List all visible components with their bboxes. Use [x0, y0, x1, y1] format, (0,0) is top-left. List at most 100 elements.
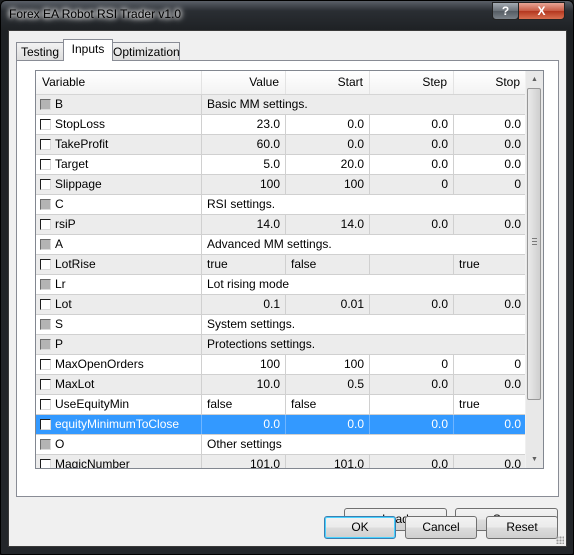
value-cell[interactable]: 101.0: [202, 455, 286, 468]
group-row[interactable]: S System settings.: [36, 315, 526, 335]
stop-cell[interactable]: true: [454, 395, 526, 414]
step-cell[interactable]: 0.0: [370, 115, 454, 134]
optimize-checkbox[interactable]: [40, 279, 51, 290]
variable-cell[interactable]: Lr: [36, 275, 202, 294]
vertical-scrollbar[interactable]: ▲ ▼: [525, 71, 543, 468]
value-cell[interactable]: 23.0: [202, 115, 286, 134]
stop-cell[interactable]: 0.0: [454, 155, 526, 174]
stop-cell[interactable]: 0.0: [454, 115, 526, 134]
optimize-checkbox[interactable]: [40, 99, 51, 110]
start-cell[interactable]: 0.01: [286, 295, 370, 314]
start-cell[interactable]: 20.0: [286, 155, 370, 174]
variable-cell[interactable]: MagicNumber: [36, 455, 202, 468]
optimize-checkbox[interactable]: [40, 299, 51, 310]
variable-cell[interactable]: S: [36, 315, 202, 334]
start-cell[interactable]: 0.0: [286, 135, 370, 154]
parameter-row[interactable]: rsiP 14.0 14.0 0.0 0.0: [36, 215, 526, 235]
group-row[interactable]: C RSI settings.: [36, 195, 526, 215]
stop-cell[interactable]: 0.0: [454, 415, 526, 434]
variable-cell[interactable]: rsiP: [36, 215, 202, 234]
column-header-value[interactable]: Value: [202, 71, 286, 94]
variable-cell[interactable]: MaxLot: [36, 375, 202, 394]
value-cell[interactable]: 60.0: [202, 135, 286, 154]
step-cell[interactable]: 0.0: [370, 295, 454, 314]
variable-cell[interactable]: P: [36, 335, 202, 354]
close-button[interactable]: X: [518, 2, 565, 20]
optimize-checkbox[interactable]: [40, 179, 51, 190]
step-cell[interactable]: 0.0: [370, 135, 454, 154]
step-cell[interactable]: 0: [370, 355, 454, 374]
column-header-variable[interactable]: Variable: [36, 71, 202, 94]
start-cell[interactable]: 14.0: [286, 215, 370, 234]
start-cell[interactable]: 0.0: [286, 115, 370, 134]
stop-cell[interactable]: 0.0: [454, 295, 526, 314]
variable-cell[interactable]: Target: [36, 155, 202, 174]
value-cell[interactable]: 5.0: [202, 155, 286, 174]
variable-cell[interactable]: C: [36, 195, 202, 214]
optimize-checkbox[interactable]: [40, 239, 51, 250]
variable-cell[interactable]: Lot: [36, 295, 202, 314]
stop-cell[interactable]: true: [454, 255, 526, 274]
ok-button[interactable]: OK: [324, 516, 396, 539]
parameter-row[interactable]: Slippage 100 100 0 0: [36, 175, 526, 195]
parameter-row[interactable]: MaxOpenOrders 100 100 0 0: [36, 355, 526, 375]
scroll-up-arrow-icon[interactable]: ▲: [526, 71, 543, 88]
scrollbar-thumb[interactable]: [527, 88, 541, 400]
parameter-row[interactable]: StopLoss 23.0 0.0 0.0 0.0: [36, 115, 526, 135]
step-cell[interactable]: 0.0: [370, 155, 454, 174]
scroll-down-arrow-icon[interactable]: ▼: [526, 451, 543, 468]
step-cell[interactable]: [370, 255, 454, 274]
optimize-checkbox[interactable]: [40, 119, 51, 130]
step-cell[interactable]: 0.0: [370, 375, 454, 394]
variable-cell[interactable]: O: [36, 435, 202, 454]
value-cell[interactable]: false: [202, 395, 286, 414]
variable-cell[interactable]: equityMinimumToClose: [36, 415, 202, 434]
value-cell[interactable]: 100: [202, 175, 286, 194]
variable-cell[interactable]: UseEquityMin: [36, 395, 202, 414]
optimize-checkbox[interactable]: [40, 139, 51, 150]
help-button[interactable]: ?: [492, 2, 519, 20]
group-row[interactable]: O Other settings: [36, 435, 526, 455]
tab-optimization[interactable]: Optimization: [112, 42, 180, 61]
value-cell[interactable]: 0.1: [202, 295, 286, 314]
group-row[interactable]: Lr Lot rising mode: [36, 275, 526, 295]
step-cell[interactable]: 0.0: [370, 455, 454, 468]
parameter-row[interactable]: LotRise true false true: [36, 255, 526, 275]
start-cell[interactable]: 100: [286, 355, 370, 374]
parameter-row[interactable]: Lot 0.1 0.01 0.0 0.0: [36, 295, 526, 315]
variable-cell[interactable]: TakeProfit: [36, 135, 202, 154]
value-cell[interactable]: 100: [202, 355, 286, 374]
stop-cell[interactable]: 0.0: [454, 135, 526, 154]
optimize-checkbox[interactable]: [40, 319, 51, 330]
stop-cell[interactable]: 0: [454, 355, 526, 374]
column-header-step[interactable]: Step: [370, 71, 454, 94]
start-cell[interactable]: 101.0: [286, 455, 370, 468]
value-cell[interactable]: 14.0: [202, 215, 286, 234]
optimize-checkbox[interactable]: [40, 379, 51, 390]
group-row[interactable]: A Advanced MM settings.: [36, 235, 526, 255]
parameter-row[interactable]: Target 5.0 20.0 0.0 0.0: [36, 155, 526, 175]
value-cell[interactable]: 10.0: [202, 375, 286, 394]
optimize-checkbox[interactable]: [40, 339, 51, 350]
group-row[interactable]: P Protections settings.: [36, 335, 526, 355]
variable-cell[interactable]: MaxOpenOrders: [36, 355, 202, 374]
step-cell[interactable]: 0.0: [370, 415, 454, 434]
parameter-row[interactable]: MagicNumber 101.0 101.0 0.0 0.0: [36, 455, 526, 468]
optimize-checkbox[interactable]: [40, 459, 51, 468]
optimize-checkbox[interactable]: [40, 159, 51, 170]
variable-cell[interactable]: B: [36, 95, 202, 114]
optimize-checkbox[interactable]: [40, 419, 51, 430]
cancel-button[interactable]: Cancel: [405, 516, 477, 539]
optimize-checkbox[interactable]: [40, 399, 51, 410]
stop-cell[interactable]: 0.0: [454, 455, 526, 468]
optimize-checkbox[interactable]: [40, 219, 51, 230]
start-cell[interactable]: 0.5: [286, 375, 370, 394]
value-cell[interactable]: 0.0: [202, 415, 286, 434]
start-cell[interactable]: false: [286, 395, 370, 414]
stop-cell[interactable]: 0.0: [454, 375, 526, 394]
start-cell[interactable]: 100: [286, 175, 370, 194]
optimize-checkbox[interactable]: [40, 259, 51, 270]
step-cell[interactable]: 0.0: [370, 215, 454, 234]
value-cell[interactable]: true: [202, 255, 286, 274]
step-cell[interactable]: 0: [370, 175, 454, 194]
